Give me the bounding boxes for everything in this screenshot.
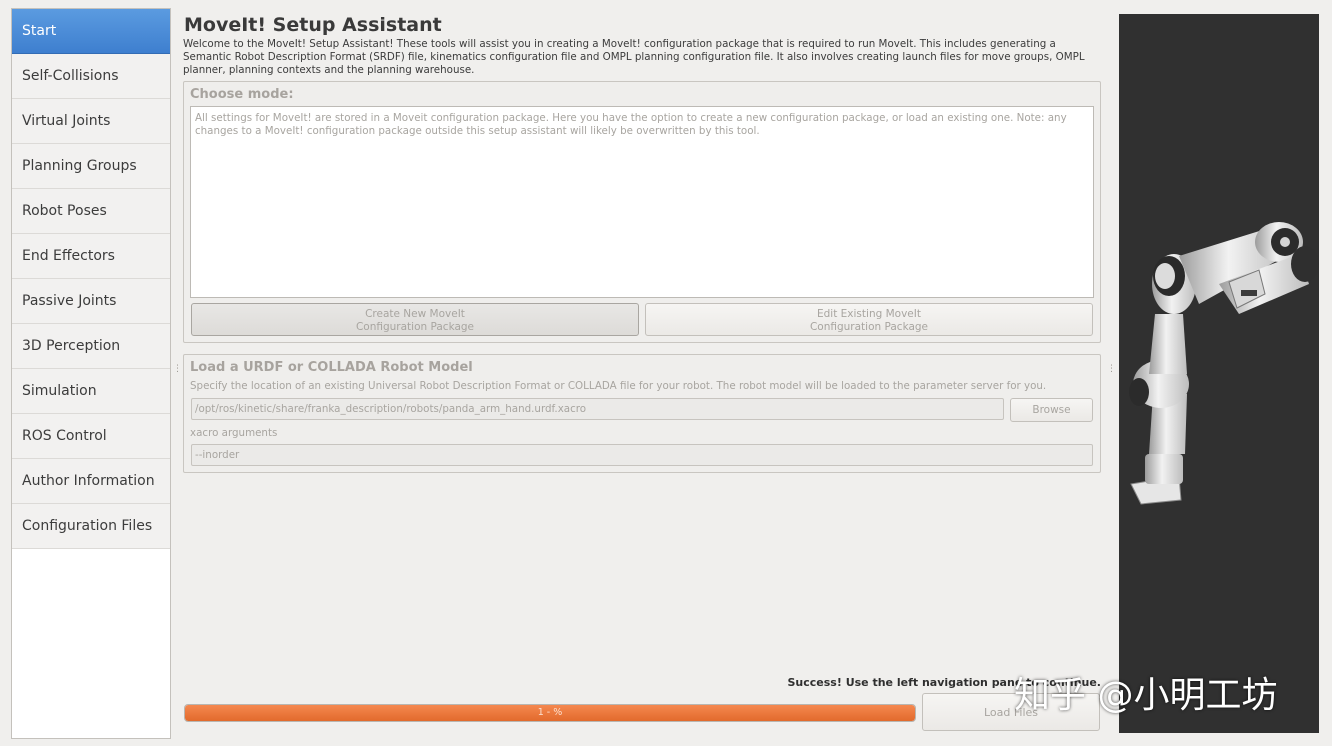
left-splitter-handle[interactable]: ⋮ — [173, 365, 182, 378]
edit-button-line-2: Configuration Package — [809, 321, 929, 333]
create-button-line-2: Configuration Package — [355, 321, 475, 333]
xacro-arguments-input[interactable]: --inorder — [191, 444, 1093, 466]
sidebar-item-start[interactable]: Start — [12, 9, 170, 54]
panda-robot-model — [1129, 222, 1319, 505]
progress-text: 1 - % — [537, 707, 563, 718]
sidebar-item-end-effectors[interactable]: End Effectors — [12, 234, 170, 279]
sidebar-item-3d-perception[interactable]: 3D Perception — [12, 324, 170, 369]
sidebar-item-robot-poses[interactable]: Robot Poses — [12, 189, 170, 234]
edit-existing-package-button[interactable]: Edit Existing MoveIt Configuration Packa… — [645, 303, 1093, 336]
sidebar-item-configuration-files[interactable]: Configuration Files — [12, 504, 170, 549]
load-urdf-group: Load a URDF or COLLADA Robot Model Speci… — [183, 354, 1101, 473]
sidebar-item-author-information[interactable]: Author Information — [12, 459, 170, 504]
robot-3d-viewer[interactable] — [1119, 14, 1319, 733]
choose-mode-group: Choose mode: All settings for MoveIt! ar… — [183, 81, 1101, 343]
sidebar-item-virtual-joints[interactable]: Virtual Joints — [12, 99, 170, 144]
edit-button-line-1: Edit Existing MoveIt — [817, 308, 921, 320]
intro-text: Welcome to the MoveIt! Setup Assistant! … — [183, 38, 1085, 76]
sidebar-item-ros-control[interactable]: ROS Control — [12, 414, 170, 459]
create-button-line-1: Create New MoveIt — [365, 308, 465, 320]
load-urdf-title: Load a URDF or COLLADA Robot Model — [190, 360, 473, 375]
sidebar-item-simulation[interactable]: Simulation — [12, 369, 170, 414]
sidebar-item-planning-groups[interactable]: Planning Groups — [12, 144, 170, 189]
choose-mode-title: Choose mode: — [190, 87, 294, 102]
mode-description-box: All settings for MoveIt! are stored in a… — [190, 106, 1094, 298]
load-urdf-description: Specify the location of an existing Univ… — [190, 380, 1047, 392]
sidebar-item-passive-joints[interactable]: Passive Joints — [12, 279, 170, 324]
right-splitter-handle[interactable]: ⋮ — [1107, 365, 1116, 378]
xacro-arguments-label: xacro arguments — [190, 427, 278, 439]
start-screen: MoveIt! Setup Assistant Welcome to the M… — [183, 8, 1101, 738]
urdf-path-input[interactable]: /opt/ros/kinetic/share/franka_descriptio… — [191, 398, 1004, 420]
create-new-package-button[interactable]: Create New MoveIt Configuration Package — [191, 303, 639, 336]
load-progress-bar: 1 - % — [184, 704, 916, 722]
watermark: 知乎 @小明工坊 — [1014, 675, 1278, 716]
navigation-pane: Start Self-Collisions Virtual Joints Pla… — [11, 8, 171, 739]
sidebar-item-self-collisions[interactable]: Self-Collisions — [12, 54, 170, 99]
page-title: MoveIt! Setup Assistant — [184, 14, 442, 36]
browse-button[interactable]: Browse — [1010, 398, 1093, 422]
